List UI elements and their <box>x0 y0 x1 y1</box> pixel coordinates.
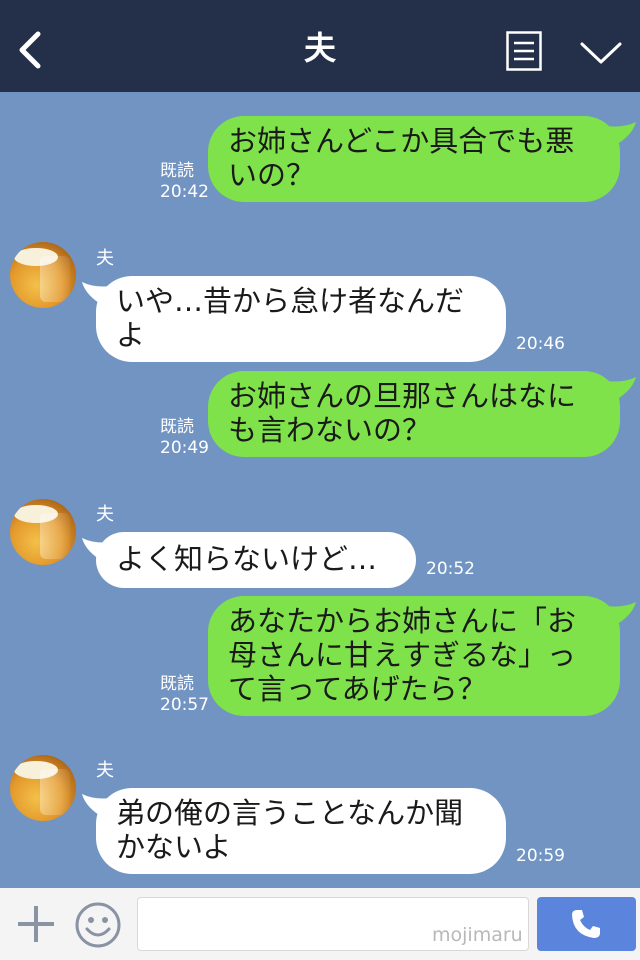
chat-area[interactable]: お姉さんどこか具合でも悪 いの？ 既読 20:42 夫 いや…昔から怠け者なんだ… <box>0 92 640 888</box>
chat-header: 夫 <box>0 0 640 92</box>
sender-name: 夫 <box>96 504 114 525</box>
message-time: 20:59 <box>516 846 565 866</box>
message-time: 20:49 <box>160 438 209 458</box>
message-bubble-sent[interactable]: あなたからお姉さんに「お 母さんに甘えすぎるな」っ て言ってあげたら？ <box>208 596 620 716</box>
read-receipt: 既読 <box>160 417 194 437</box>
avatar[interactable] <box>10 499 76 565</box>
smiley-icon[interactable] <box>74 901 122 949</box>
sender-name: 夫 <box>96 248 114 269</box>
message-bubble-received[interactable]: よく知らないけど… <box>96 532 416 588</box>
read-receipt: 既読 <box>160 674 194 694</box>
message-bubble-received[interactable]: いや…昔から怠け者なんだ よ <box>96 276 506 362</box>
message-bubble-received[interactable]: 弟の俺の言うことなんか聞 かないよ <box>96 788 506 874</box>
avatar[interactable] <box>10 242 76 308</box>
message-time: 20:52 <box>426 559 475 579</box>
chat-title: 夫 <box>303 29 336 67</box>
message-bubble-sent[interactable]: お姉さんの旦那さんはなに も言わないの？ <box>208 371 620 457</box>
plus-icon[interactable] <box>16 904 56 944</box>
bubble-tail <box>606 377 636 401</box>
sender-name: 夫 <box>96 760 114 781</box>
message-time: 20:46 <box>516 334 565 354</box>
message-time: 20:57 <box>160 695 209 715</box>
read-receipt: 既読 <box>160 161 194 181</box>
phone-icon <box>572 910 600 938</box>
avatar-beer-glass <box>40 256 70 302</box>
bubble-tail <box>606 602 636 626</box>
list-icon[interactable] <box>506 31 542 71</box>
avatar[interactable] <box>10 755 76 821</box>
watermark: mojimaru <box>432 924 523 946</box>
bubble-tail <box>606 122 636 146</box>
chevron-down-icon[interactable] <box>578 38 624 68</box>
message-bubble-sent[interactable]: お姉さんどこか具合でも悪 いの？ <box>208 116 620 202</box>
message-time: 20:42 <box>160 182 209 202</box>
call-button[interactable] <box>537 897 636 951</box>
avatar-beer-glass <box>40 513 70 559</box>
avatar-beer-glass <box>40 769 70 815</box>
